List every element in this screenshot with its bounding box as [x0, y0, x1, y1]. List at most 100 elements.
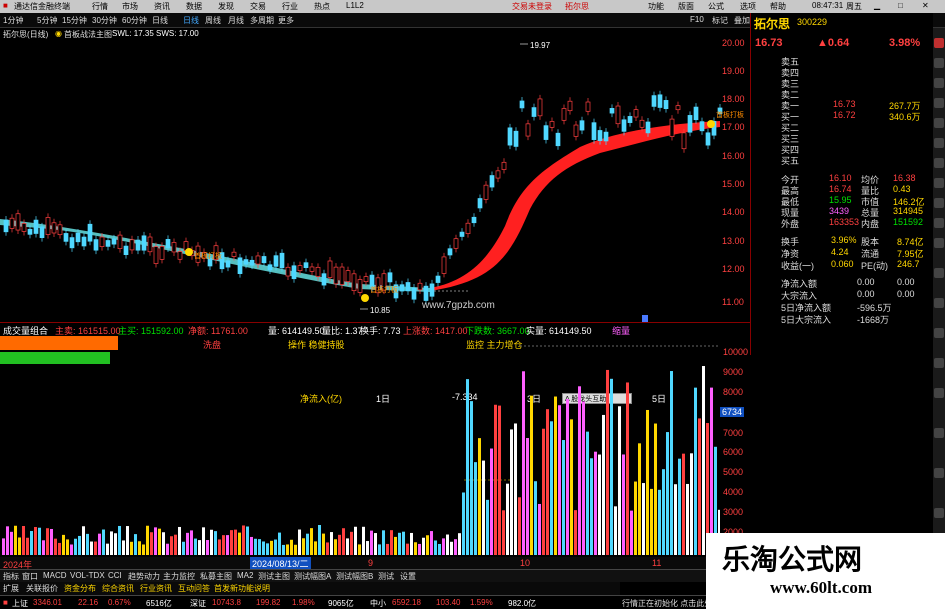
sidebar-help-icon[interactable] — [934, 298, 944, 308]
sidebar-alert-icon[interactable] — [934, 198, 944, 208]
menu-hotspot[interactable]: 热点 — [314, 1, 330, 12]
sidebar-f10-icon[interactable] — [934, 158, 944, 168]
tab-settings[interactable]: 设置 — [400, 571, 416, 582]
tab-test[interactable]: 测试 — [378, 571, 394, 582]
period-15min[interactable]: 15分钟 — [62, 15, 87, 26]
menu-market[interactable]: 市场 — [122, 1, 138, 12]
right-sidebar — [933, 28, 945, 595]
tab2-extension[interactable]: 扩展 — [3, 583, 19, 594]
status-message[interactable]: 行情正在初始化 点击此处 — [622, 598, 712, 609]
tab-vol-tdx[interactable]: VOL-TDX — [70, 571, 105, 580]
minimize-icon[interactable]: ▁ — [874, 1, 880, 10]
candle-body — [423, 285, 429, 301]
overlay-button[interactable]: 叠加 — [734, 15, 750, 26]
order-row[interactable]: 买二 — [751, 121, 931, 133]
volume-chart[interactable]: 洗盘 操作 稳健持股 监控 主力增仓 净流入(亿) 1日 -7.334 3日 5… — [0, 335, 750, 557]
menu-layout[interactable]: 版面 — [678, 1, 694, 12]
volume-bar — [198, 540, 201, 555]
formula-name[interactable]: 首板战法主图 — [64, 29, 112, 40]
tab-window[interactable]: 窗口 — [22, 571, 38, 582]
sidebar-star-icon[interactable] — [934, 178, 944, 188]
order-row[interactable]: 买四 — [751, 143, 931, 155]
sidebar-search-icon[interactable] — [934, 358, 944, 368]
tab-macd[interactable]: MACD — [43, 571, 67, 580]
sidebar-bell-icon[interactable] — [934, 468, 944, 478]
menu-quote[interactable]: 行情 — [92, 1, 108, 12]
order-row[interactable]: 买五 — [751, 154, 931, 166]
tab2-news[interactable]: 综合资讯 — [102, 583, 134, 594]
f10-button[interactable]: F10 — [690, 15, 704, 24]
order-row[interactable]: 买三 — [751, 132, 931, 144]
mark-button[interactable]: 标记 — [712, 15, 728, 26]
candlestick-chart[interactable]: 19.97 10.85 www.7gpzb.com 首板打板 首板打板 首板打板 — [0, 41, 750, 322]
watermark-title: 乐淘公式网 — [722, 545, 863, 576]
order-row[interactable]: 卖五 — [751, 55, 931, 67]
period-week[interactable]: 周线 — [205, 15, 221, 26]
sidebar-calc-icon[interactable] — [934, 138, 944, 148]
sidebar-chart-icon[interactable] — [934, 58, 944, 68]
sidebar-grid-icon[interactable] — [934, 428, 944, 438]
menu-function[interactable]: 功能 — [648, 1, 664, 12]
menu-options[interactable]: 选项 — [740, 1, 756, 12]
tab2-related[interactable]: 关联报价 — [26, 583, 58, 594]
tab-ma2[interactable]: MA2 — [237, 571, 253, 580]
tab2-qa[interactable]: 互动问答 — [178, 583, 210, 594]
tab-test-main[interactable]: 测试主图 — [258, 571, 290, 582]
period-day[interactable]: 日线 — [183, 15, 199, 26]
order-row[interactable]: 卖一 16.73 267.7万 — [751, 99, 931, 111]
menu-l1l2[interactable]: L1L2 — [346, 1, 364, 10]
signal-label-1: 首板打板 — [194, 251, 222, 260]
order-row[interactable]: 卖三 — [751, 77, 931, 89]
tab2-industry-news[interactable]: 行业资讯 — [140, 583, 172, 594]
menu-news[interactable]: 资讯 — [154, 1, 170, 12]
volume-bar — [574, 510, 577, 555]
tab-indicator[interactable]: 指标 — [3, 571, 19, 582]
sidebar-user-icon[interactable] — [934, 268, 944, 278]
main-price-chart[interactable]: 19.97 10.85 www.7gpzb.com 首板打板 首板打板 首板打板… — [0, 38, 750, 322]
sidebar-share-icon[interactable] — [934, 328, 944, 338]
period-1min[interactable]: 1分钟 — [3, 15, 23, 26]
order-row[interactable]: 卖四 — [751, 66, 931, 78]
trade-login-status[interactable]: 交易未登录 — [512, 1, 552, 12]
menu-data[interactable]: 数据 — [186, 1, 202, 12]
tab-trend-power[interactable]: 趋势动力 — [128, 571, 160, 582]
tab-main-monitor[interactable]: 主力监控 — [163, 571, 195, 582]
menu-discover[interactable]: 发现 — [218, 1, 234, 12]
tab2-fund-dist[interactable]: 资金分布 — [64, 583, 96, 594]
period-5min[interactable]: 5分钟 — [37, 15, 57, 26]
sidebar-news-icon[interactable] — [934, 78, 944, 88]
period-60min[interactable]: 60分钟 — [122, 15, 147, 26]
period-60min-2[interactable]: 日线 — [152, 15, 168, 26]
menu-formula[interactable]: 公式 — [708, 1, 724, 12]
sh-label[interactable]: 上证 — [12, 598, 28, 609]
close-icon[interactable]: ✕ — [922, 1, 929, 10]
sidebar-fund-icon[interactable] — [934, 118, 944, 128]
sidebar-settings-icon[interactable] — [934, 238, 944, 248]
volume-bar — [582, 401, 585, 555]
tab-cci[interactable]: CCI — [108, 571, 122, 580]
order-row[interactable]: 卖二 — [751, 88, 931, 100]
maximize-icon[interactable]: □ — [898, 1, 903, 10]
menu-help[interactable]: 帮助 — [770, 1, 786, 12]
tab-test-a[interactable]: 测试幅图A — [294, 571, 331, 582]
period-more[interactable]: 更多 — [278, 15, 294, 26]
sidebar-quote-icon[interactable] — [934, 38, 944, 48]
period-month[interactable]: 月线 — [228, 15, 244, 26]
order-row[interactable]: 买一 16.72 340.6万 — [751, 110, 931, 122]
tab-test-b[interactable]: 测试幅图B — [336, 571, 373, 582]
period-multi[interactable]: 多周期 — [250, 15, 274, 26]
volume-bar — [686, 483, 689, 555]
menu-industry[interactable]: 行业 — [282, 1, 298, 12]
tab2-new-features[interactable]: 首发新功能说明 — [214, 583, 270, 594]
sidebar-chat-icon[interactable] — [934, 508, 944, 518]
candle-body — [591, 122, 597, 140]
zx-label[interactable]: 中小 — [370, 598, 386, 609]
sidebar-more-icon[interactable] — [934, 388, 944, 398]
sidebar-tool-icon[interactable] — [934, 218, 944, 228]
period-30min[interactable]: 30分钟 — [92, 15, 117, 26]
sidebar-list-icon[interactable] — [934, 98, 944, 108]
sz-label[interactable]: 深证 — [190, 598, 206, 609]
menu-trade[interactable]: 交易 — [250, 1, 266, 12]
tab-private-main[interactable]: 私募主图 — [200, 571, 232, 582]
stat-row: 现量 3439 总量 314945 — [751, 206, 931, 218]
